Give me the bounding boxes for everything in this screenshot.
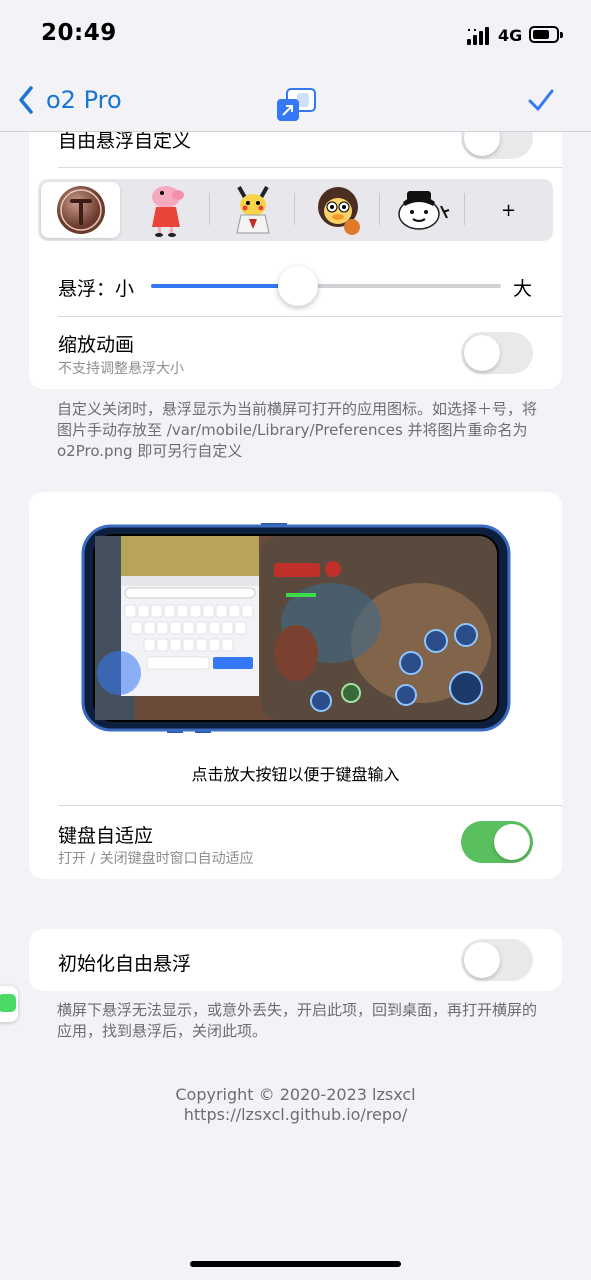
slider-thumb[interactable] <box>278 266 318 306</box>
copyright-text: Copyright © 2020-2023 lzsxcl <box>175 1085 416 1104</box>
picker-item-avatar[interactable] <box>41 182 120 238</box>
network-type: 4G <box>498 26 523 45</box>
floating-window-icon[interactable] <box>275 87 319 123</box>
cellular-signal-icon <box>467 27 489 45</box>
preview-caption: 点击放大按钮以便于键盘输入 <box>191 765 400 784</box>
add-label: + <box>500 199 517 221</box>
zoom-animation-subtitle: 不支持调整悬浮大小 <box>58 361 184 377</box>
init-float-card: 初始化自由悬浮 <box>29 929 562 991</box>
keyboard-settings-card: 点击放大按钮以便于键盘输入 键盘自适应 打开 / 关闭键盘时窗口自动适应 <box>29 492 562 879</box>
init-float-footnote: 横屏下悬浮无法显示，或意外丢失，开启此项，回到桌面，再打开横屏的应用，找到悬浮后… <box>57 1001 538 1040</box>
zoom-animation-toggle[interactable] <box>461 332 533 374</box>
init-float-title: 初始化自由悬浮 <box>58 953 192 975</box>
avatar-icon <box>56 186 105 234</box>
battery-icon <box>529 26 563 43</box>
keyboard-adapt-toggle[interactable] <box>461 821 533 863</box>
navigation-bar: o2 Pro <box>0 72 591 132</box>
chevron-left-icon <box>19 86 33 114</box>
init-float-toggle[interactable] <box>461 939 533 981</box>
picker-add-button[interactable]: + <box>469 182 548 238</box>
slider-max-label: 大 <box>513 278 533 300</box>
custom-float-footnote: 自定义关闭时，悬浮显示为当前横屏可打开的应用图标。如选择＋号，将图片手动存放至 … <box>57 400 538 460</box>
pikachu-icon <box>235 186 270 234</box>
peppa-pig-icon <box>151 186 184 237</box>
panda-meme-icon <box>397 191 449 230</box>
status-bar: 20:49 4G <box>0 0 591 72</box>
float-settings-card: 自由悬浮自定义 + 悬浮：小 大 缩放动画 不支持调整悬浮大小 <box>29 104 562 389</box>
float-size-slider[interactable] <box>151 266 501 306</box>
assistive-float-bubble[interactable] <box>0 986 18 1022</box>
landscape-preview-image <box>81 523 511 733</box>
picker-item-peppa[interactable] <box>128 182 207 238</box>
picker-item-duck-girl[interactable] <box>298 182 377 238</box>
back-button[interactable]: o2 Pro <box>16 82 122 118</box>
keyboard-adapt-subtitle: 打开 / 关闭键盘时窗口自动适应 <box>58 851 254 867</box>
back-label: o2 Pro <box>46 86 122 114</box>
slider-label: 悬浮：小 <box>58 278 135 300</box>
status-time: 20:49 <box>41 20 117 46</box>
picker-item-pikachu[interactable] <box>213 182 292 238</box>
duck-girl-icon <box>317 187 360 235</box>
slider-fill <box>151 284 298 288</box>
done-checkmark-button[interactable] <box>527 86 555 114</box>
float-icon-picker: + <box>38 179 553 241</box>
zoom-animation-title: 缩放动画 <box>58 334 135 356</box>
picker-item-panda-meme[interactable] <box>383 182 462 238</box>
keyboard-adapt-title: 键盘自适应 <box>58 825 154 847</box>
repo-url-link[interactable]: https://lzsxcl.github.io/repo/ <box>0 1104 591 1126</box>
home-indicator[interactable] <box>190 1261 401 1267</box>
